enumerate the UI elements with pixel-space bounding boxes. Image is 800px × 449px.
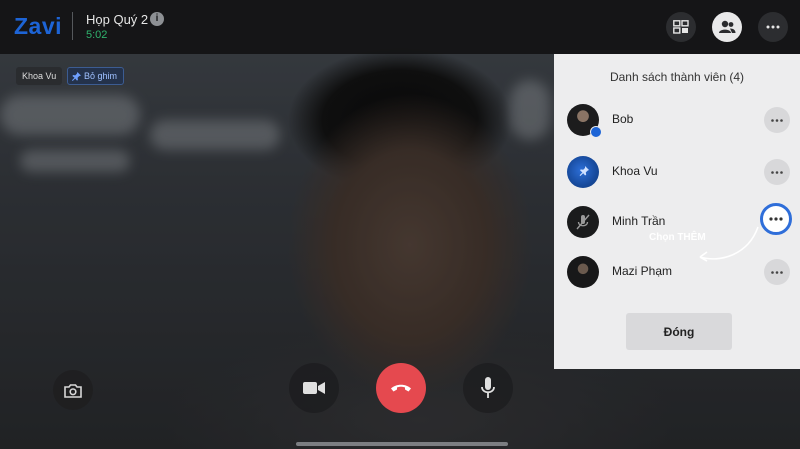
participant-name-tag: Khoa Vu bbox=[16, 67, 63, 85]
members-panel-title: Danh sách thành viên (4) bbox=[609, 70, 745, 84]
annotation-arrow-icon bbox=[699, 226, 759, 262]
meeting-title: Họp Quý 2 bbox=[86, 12, 149, 27]
more-icon bbox=[771, 118, 783, 122]
unpin-label: Bỏ ghim bbox=[84, 70, 118, 81]
hang-up-icon bbox=[391, 384, 411, 392]
microphone-icon bbox=[481, 377, 495, 398]
member-name: Mazi Phạm bbox=[612, 264, 673, 278]
members-button[interactable] bbox=[712, 12, 742, 42]
more-icon bbox=[766, 25, 780, 29]
members-icon bbox=[719, 20, 736, 33]
avatar bbox=[567, 256, 599, 288]
avatar bbox=[567, 156, 599, 188]
member-name: Bob bbox=[612, 112, 634, 126]
more-icon bbox=[771, 270, 783, 274]
member-name: Khoa Vu bbox=[612, 164, 658, 178]
layout-icon bbox=[673, 20, 689, 34]
layout-button[interactable] bbox=[666, 12, 696, 42]
toggle-video-button[interactable] bbox=[289, 363, 339, 413]
pin-icon bbox=[72, 71, 81, 81]
avatar bbox=[567, 206, 599, 238]
video-camera-icon bbox=[303, 382, 325, 394]
info-icon[interactable]: i bbox=[150, 12, 164, 26]
app-logo: Zavi bbox=[14, 13, 63, 39]
members-panel: Danh sách thành viên (4) Bob Khoa Vu Min… bbox=[554, 54, 800, 369]
member-row: Khoa Vu bbox=[554, 152, 800, 192]
top-bar: Zavi Họp Quý 2 i 5:02 bbox=[0, 0, 800, 54]
unpin-button[interactable]: Bỏ ghim bbox=[67, 67, 125, 85]
pin-icon bbox=[579, 166, 589, 176]
more-icon bbox=[769, 217, 783, 221]
more-button[interactable] bbox=[758, 12, 788, 42]
member-more-button[interactable] bbox=[764, 159, 790, 185]
close-button[interactable]: Đóng bbox=[626, 313, 732, 350]
member-row: Mazi Phạm bbox=[554, 252, 800, 292]
more-icon bbox=[771, 170, 783, 174]
member-more-button[interactable] bbox=[764, 259, 790, 285]
home-indicator[interactable] bbox=[296, 442, 508, 446]
header-divider bbox=[72, 12, 73, 40]
call-timer: 5:02 bbox=[86, 29, 108, 41]
toggle-mic-button[interactable] bbox=[463, 363, 513, 413]
end-call-button[interactable] bbox=[376, 363, 426, 413]
muted-mic-icon bbox=[576, 214, 590, 230]
camera-icon bbox=[64, 383, 82, 398]
host-key-icon bbox=[590, 126, 602, 138]
member-more-button-highlighted[interactable] bbox=[760, 203, 792, 235]
member-name: Minh Trần bbox=[612, 214, 666, 228]
member-row: Bob bbox=[554, 100, 800, 140]
member-more-button[interactable] bbox=[764, 107, 790, 133]
switch-camera-button[interactable] bbox=[53, 370, 93, 410]
